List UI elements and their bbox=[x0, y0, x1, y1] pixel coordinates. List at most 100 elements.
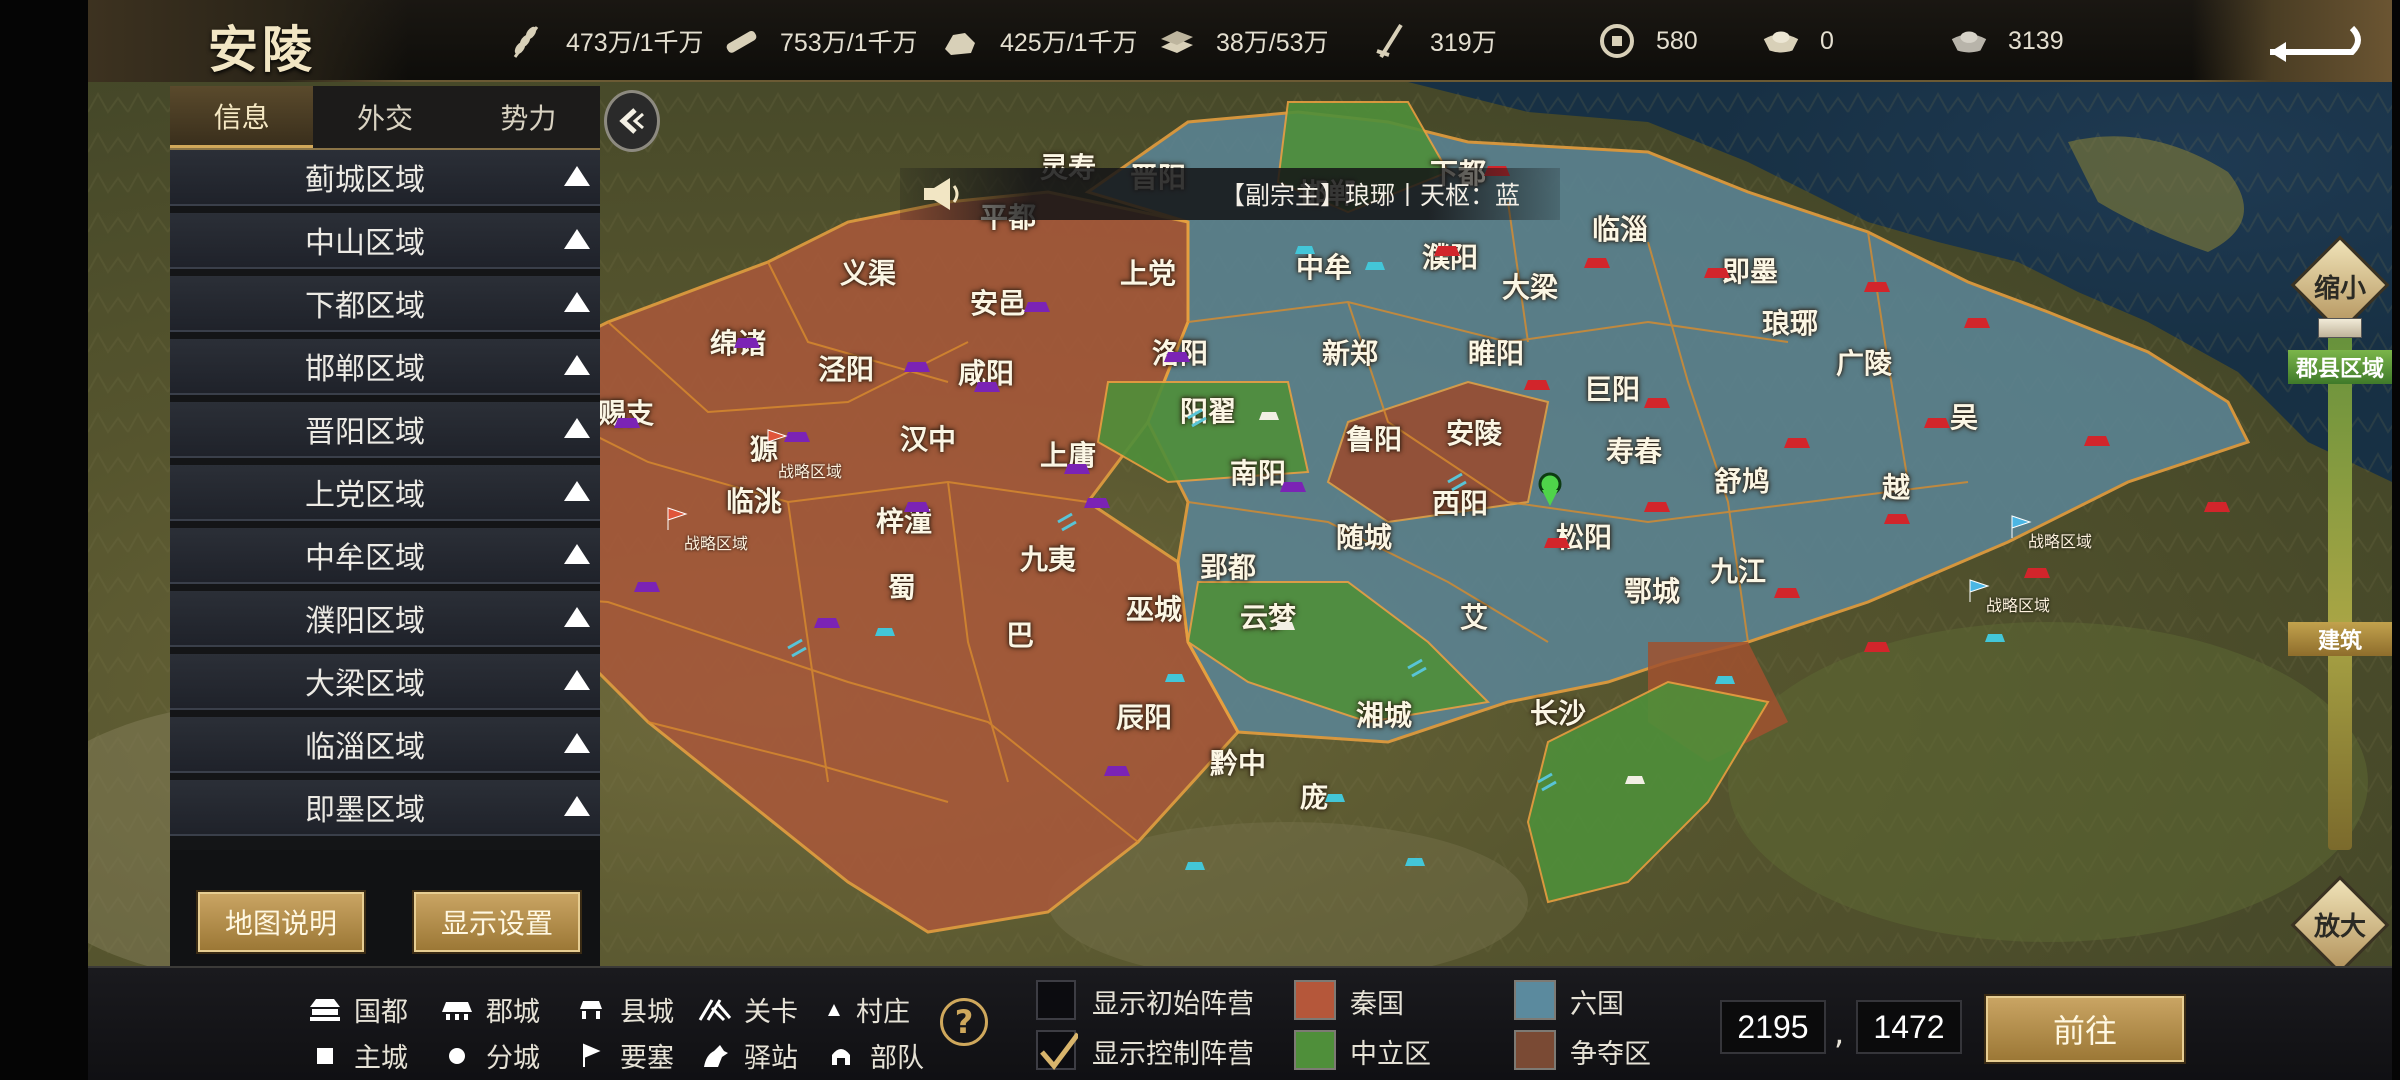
region-item[interactable]: 即墨区域 bbox=[170, 780, 600, 836]
legend-county: 县城 bbox=[574, 990, 674, 1029]
resource-value: 3139 bbox=[2008, 26, 2064, 55]
troops-icon bbox=[1370, 20, 1412, 62]
expand-triangle-icon[interactable] bbox=[564, 292, 590, 312]
legend-post-station: 驿站 bbox=[698, 1036, 798, 1075]
resource-troops[interactable]: 319万 bbox=[1370, 16, 1497, 66]
legend-label: 要塞 bbox=[620, 1043, 674, 1074]
region-label: 临淄区域 bbox=[305, 730, 425, 765]
show-initial-label: 显示初始阵营 bbox=[1092, 989, 1254, 1020]
display-settings-button[interactable]: 显示设置 bbox=[414, 892, 580, 952]
region-item[interactable]: 晋阳区域 bbox=[170, 402, 600, 458]
tab-info[interactable]: 信息 bbox=[170, 86, 314, 148]
broadcast-text: 【副宗主】琅琊丨天枢：蓝 bbox=[1220, 181, 1521, 210]
neutral-label: 中立区 bbox=[1350, 1039, 1431, 1070]
capital-icon bbox=[308, 995, 342, 1025]
expand-triangle-icon[interactable] bbox=[564, 733, 590, 753]
strategic-label: 战略区域 bbox=[684, 534, 749, 553]
resource-wheat[interactable]: 473万/1千万 bbox=[506, 16, 704, 66]
contest-swatch bbox=[1514, 1030, 1556, 1070]
zoom-out-label: 缩小 bbox=[2313, 274, 2366, 304]
legend-label: 国都 bbox=[354, 997, 408, 1028]
go-button[interactable]: 前往 bbox=[1986, 996, 2184, 1062]
expand-triangle-icon[interactable] bbox=[564, 607, 590, 627]
expand-triangle-icon[interactable] bbox=[564, 670, 590, 690]
region-item[interactable]: 中山区域 bbox=[170, 213, 600, 269]
region-item[interactable]: 邯郸区域 bbox=[170, 339, 600, 395]
show-control-checkbox[interactable] bbox=[1036, 1030, 1080, 1070]
back-button[interactable] bbox=[2192, 0, 2392, 82]
region-label: 中牟区域 bbox=[305, 541, 425, 576]
prefecture-city-icon bbox=[440, 995, 474, 1025]
tab-diplomacy[interactable]: 外交 bbox=[313, 86, 456, 148]
legend-troops: 部队 bbox=[824, 1036, 924, 1075]
expand-triangle-icon[interactable] bbox=[564, 355, 590, 375]
region-label: 晋阳区域 bbox=[305, 415, 425, 450]
region-item[interactable]: 上党区域 bbox=[170, 465, 600, 521]
right-letterbox bbox=[2392, 0, 2400, 1080]
expand-triangle-icon[interactable] bbox=[564, 166, 590, 186]
legend-label: 郡城 bbox=[486, 997, 540, 1028]
expand-triangle-icon[interactable] bbox=[564, 418, 590, 438]
fortress-flag-icon bbox=[574, 1041, 608, 1071]
megaphone-icon bbox=[924, 178, 959, 210]
region-item[interactable]: 蓟城区域 bbox=[170, 150, 600, 206]
resource-stone[interactable]: 425万/1千万 bbox=[940, 16, 1138, 66]
six-states-county-markers bbox=[1434, 166, 2230, 652]
show-initial-checkbox[interactable] bbox=[1036, 980, 1076, 1020]
region-item[interactable]: 濮阳区域 bbox=[170, 591, 600, 647]
resource-value: 425万/1千万 bbox=[1000, 29, 1138, 57]
help-button[interactable]: ? bbox=[940, 998, 988, 1046]
contest-label: 争夺区 bbox=[1570, 1039, 1651, 1070]
region-label: 上党区域 bbox=[305, 478, 425, 513]
checkmark-icon bbox=[1040, 1032, 1080, 1070]
resource-iron[interactable]: 38万/53万 bbox=[1156, 16, 1329, 66]
resource-silver[interactable]: 3139 bbox=[1948, 16, 2064, 66]
horse-icon bbox=[698, 1041, 732, 1071]
region-list[interactable]: 蓟城区域中山区域下都区域邯郸区域晋阳区域上党区域中牟区域濮阳区域大梁区域临淄区域… bbox=[170, 150, 600, 850]
pass-markers bbox=[787, 408, 1557, 792]
legend-label: 县城 bbox=[620, 997, 674, 1028]
helmet-icon bbox=[824, 1041, 858, 1071]
region-label: 下都区域 bbox=[305, 289, 425, 324]
region-item[interactable]: 中牟区域 bbox=[170, 528, 600, 584]
zoom-handle[interactable] bbox=[2318, 318, 2362, 338]
collapse-panel-button[interactable] bbox=[604, 90, 660, 152]
strategic-label: 战略区域 bbox=[2028, 532, 2093, 551]
region-label: 即墨区域 bbox=[305, 793, 425, 828]
zoom-tag-building[interactable]: 建筑 bbox=[2288, 622, 2392, 656]
branch-city-icon bbox=[440, 1041, 474, 1071]
legend-label: 部队 bbox=[870, 1043, 924, 1074]
resource-gold[interactable]: 0 bbox=[1760, 16, 1834, 66]
region-item[interactable]: 大梁区域 bbox=[170, 654, 600, 710]
iron-icon bbox=[1156, 20, 1198, 62]
resource-copper[interactable]: 580 bbox=[1596, 16, 1698, 66]
strategic-label: 战略区域 bbox=[778, 462, 843, 481]
legend-capital: 国都 bbox=[308, 990, 408, 1029]
expand-triangle-icon[interactable] bbox=[564, 229, 590, 249]
tab-faction[interactable]: 势力 bbox=[457, 86, 600, 148]
zoom-slider[interactable]: 缩小 郡县区域 建筑 放大 bbox=[2288, 235, 2392, 975]
resource-value: 580 bbox=[1656, 26, 1698, 55]
legend-label: 分城 bbox=[486, 1043, 540, 1074]
coord-x-input[interactable]: 2195 bbox=[1720, 1000, 1826, 1054]
legend-main-city: 主城 bbox=[308, 1036, 408, 1075]
current-city-name: 安陵 bbox=[208, 20, 316, 79]
resource-value: 38万/53万 bbox=[1216, 29, 1329, 57]
legend-label: 关卡 bbox=[744, 997, 798, 1028]
resource-wood[interactable]: 753万/1千万 bbox=[720, 16, 918, 66]
region-label: 蓟城区域 bbox=[305, 163, 425, 198]
coord-y-input[interactable]: 1472 bbox=[1856, 1000, 1962, 1054]
region-item[interactable]: 临淄区域 bbox=[170, 717, 600, 773]
show-control-label: 显示控制阵营 bbox=[1092, 1039, 1254, 1070]
expand-triangle-icon[interactable] bbox=[564, 796, 590, 816]
region-item[interactable]: 下都区域 bbox=[170, 276, 600, 332]
resource-value: 319万 bbox=[1430, 29, 1497, 57]
expand-triangle-icon[interactable] bbox=[564, 544, 590, 564]
map-info-button[interactable]: 地图说明 bbox=[198, 892, 364, 952]
village-icon bbox=[824, 995, 844, 1025]
silver-ingot-icon bbox=[1948, 20, 1990, 62]
zoom-tag-county[interactable]: 郡县区域 bbox=[2288, 350, 2392, 384]
expand-triangle-icon[interactable] bbox=[564, 481, 590, 501]
county-city-icon bbox=[574, 995, 608, 1025]
qin-label: 秦国 bbox=[1350, 989, 1404, 1020]
